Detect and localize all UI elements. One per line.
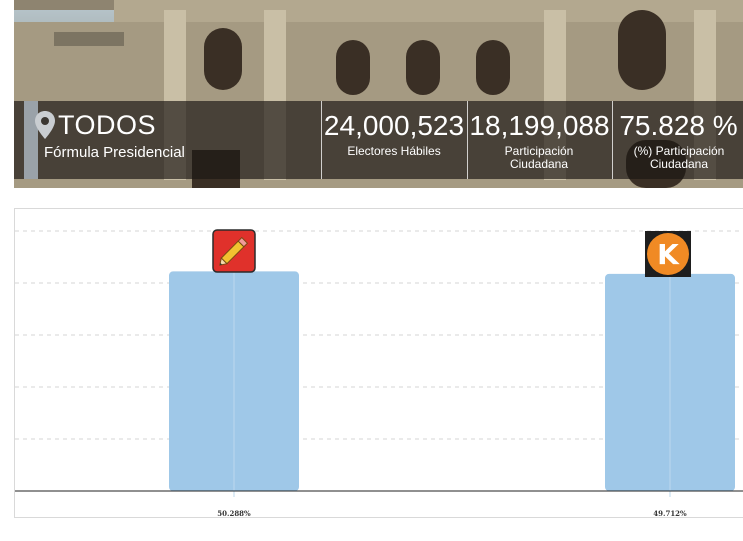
- separator: [467, 101, 468, 179]
- pencil-icon: [212, 229, 256, 273]
- stat-label: (%) Participación Ciudadana: [633, 144, 725, 171]
- k-party-logo[interactable]: K: [645, 231, 691, 277]
- stat-participacion: 18,199,088 Participación Ciudadana: [469, 101, 610, 179]
- stat-label: Electores Hábiles: [347, 144, 441, 158]
- location-title: TODOS: [58, 110, 157, 140]
- location-block: TODOS Fórmula Presidencial: [34, 110, 185, 161]
- bar-value-label: 49.712%: [653, 509, 687, 518]
- stat-value: 75.828 %: [619, 110, 738, 141]
- pencil-party-logo[interactable]: [212, 229, 256, 273]
- svg-text:K: K: [657, 238, 680, 271]
- stat-value: 24,000,523: [323, 110, 465, 141]
- separator: [321, 101, 322, 179]
- stat-value: 18,199,088: [469, 110, 610, 141]
- location-pin-icon: [35, 111, 55, 139]
- stat-label: Participación Ciudadana: [504, 144, 574, 171]
- results-chart: 50.288% 49.712% K: [14, 208, 743, 518]
- bar-chart-svg: 50.288% 49.712%: [15, 230, 743, 518]
- separator: [612, 101, 613, 179]
- location-subtitle: Fórmula Presidencial: [44, 144, 185, 161]
- bar-value-label: 50.288%: [217, 509, 251, 518]
- k-logo-icon: K: [645, 231, 691, 277]
- stat-electores: 24,000,523 Electores Hábiles: [323, 101, 465, 179]
- stat-porcentaje: 75.828 % (%) Participación Ciudadana: [614, 101, 743, 179]
